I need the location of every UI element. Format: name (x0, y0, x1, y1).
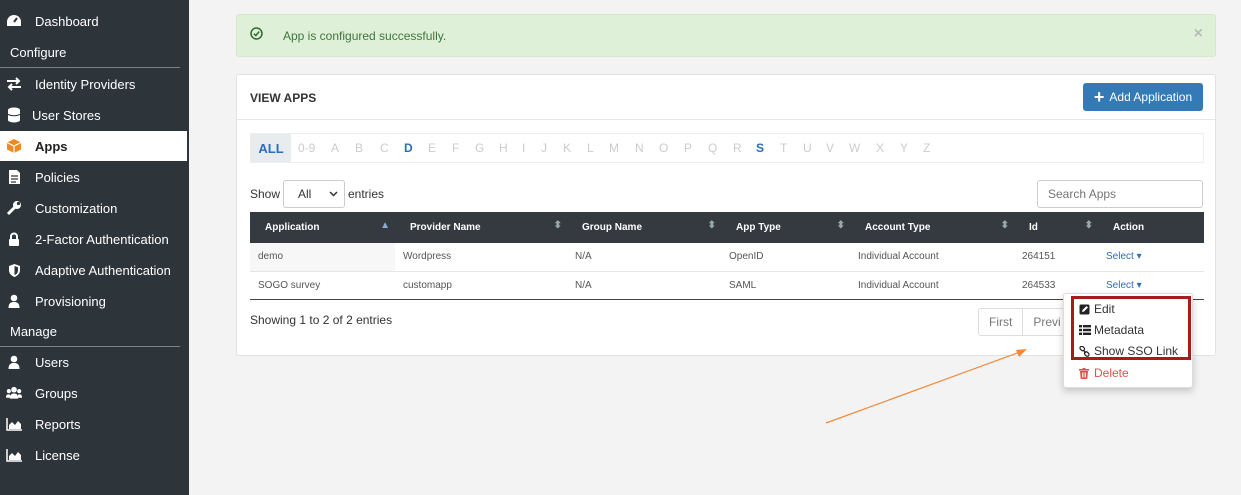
annotation-arrow-icon (825, 349, 1027, 424)
